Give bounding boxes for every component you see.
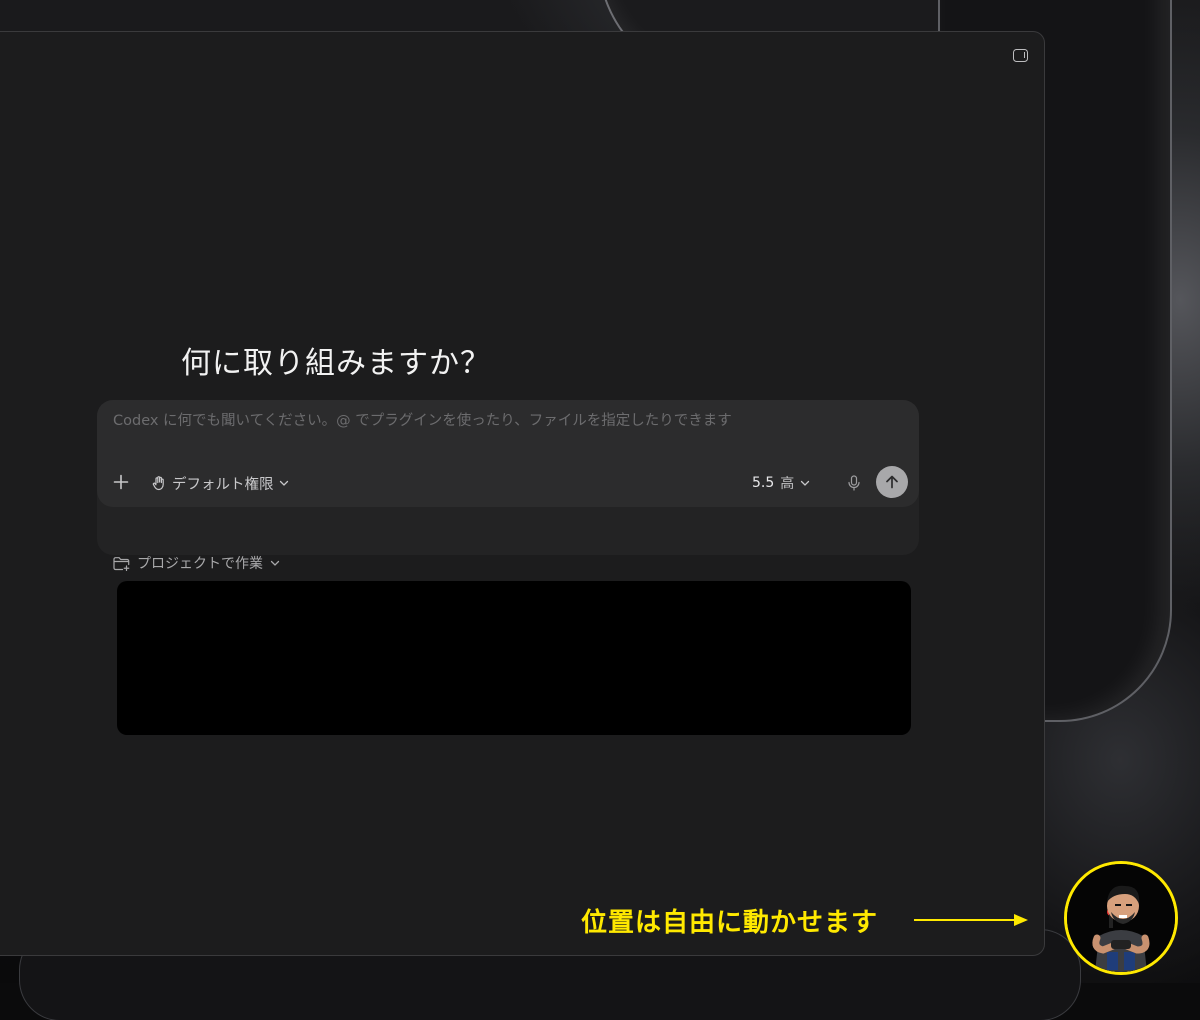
arrow-right-icon: [914, 914, 1028, 926]
add-button[interactable]: [111, 472, 131, 492]
send-button[interactable]: [876, 466, 908, 498]
microphone-icon: [848, 475, 860, 491]
permission-label: デフォルト権限: [172, 476, 274, 493]
page-title: 何に取り組みますか？: [181, 346, 491, 381]
chevron-down-icon: [270, 560, 280, 566]
reasoning-level: 高: [780, 476, 795, 492]
permission-dropdown[interactable]: デフォルト権限: [151, 472, 289, 494]
model-selector[interactable]: 5.5 高: [752, 472, 810, 494]
sidebar-toggle-icon[interactable]: [1013, 49, 1028, 62]
composer: デフォルト権限 5.5 高: [97, 400, 919, 507]
annotation-text: 位置は自由に動かせます: [581, 908, 879, 938]
redacted-panel: [117, 581, 911, 735]
arrow-up-icon: [886, 475, 898, 489]
voice-input-button[interactable]: [845, 472, 863, 494]
prompt-input[interactable]: [111, 412, 905, 430]
hand-icon: [152, 476, 164, 491]
project-dropdown[interactable]: プロジェクトで作業: [113, 553, 280, 573]
chevron-down-icon: [279, 480, 288, 486]
avatar-illustration: [1067, 864, 1175, 972]
folder-icon: [113, 556, 130, 571]
chevron-down-icon: [801, 480, 810, 486]
project-label: プロジェクトで作業: [137, 556, 263, 572]
model-version: 5.5: [752, 475, 775, 491]
floating-avatar[interactable]: [1064, 861, 1178, 975]
plus-icon: [113, 474, 129, 490]
